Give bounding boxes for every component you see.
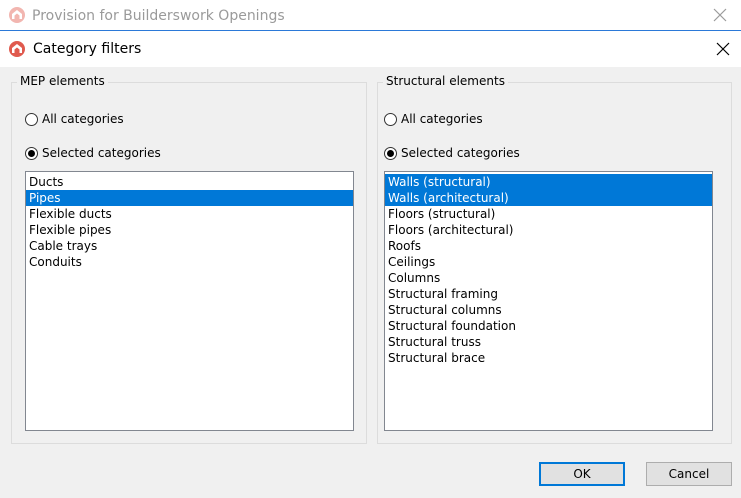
background-window-titlebar: Provision for Builderswork Openings	[0, 0, 741, 31]
list-item[interactable]: Conduits	[26, 254, 353, 270]
ok-button[interactable]: OK	[539, 462, 625, 486]
mep-radio-all-button[interactable]	[25, 112, 38, 126]
list-item[interactable]: Floors (structural)	[385, 206, 712, 222]
list-item[interactable]: Cable trays	[26, 238, 353, 254]
structural-radio-selected-button[interactable]	[384, 146, 397, 160]
list-item[interactable]: Flexible ducts	[26, 206, 353, 222]
list-item[interactable]: Structural truss	[385, 334, 712, 350]
structural-radio-all-label: All categories	[401, 112, 483, 126]
list-item[interactable]: Structural framing	[385, 286, 712, 302]
list-item[interactable]: Pipes	[26, 190, 353, 206]
list-item[interactable]: Columns	[385, 270, 712, 286]
list-item[interactable]: Structural columns	[385, 302, 712, 318]
list-item[interactable]: Floors (architectural)	[385, 222, 712, 238]
background-close-icon[interactable]	[711, 6, 729, 24]
dialog-title: Category filters	[33, 41, 142, 57]
mep-radio-all-label: All categories	[42, 112, 124, 126]
background-window-title: Provision for Builderswork Openings	[32, 8, 285, 24]
mep-radio-selected-button[interactable]	[25, 146, 38, 160]
list-item[interactable]: Walls (structural)	[385, 174, 712, 190]
mep-radio-selected[interactable]: Selected categories	[25, 144, 161, 162]
app-logo-icon	[9, 41, 25, 57]
structural-group-title: Structural elements	[383, 74, 508, 88]
cancel-button[interactable]: Cancel	[646, 462, 732, 486]
structural-radio-selected[interactable]: Selected categories	[384, 144, 520, 162]
list-item[interactable]: Ducts	[26, 174, 353, 190]
mep-group-title: MEP elements	[17, 74, 108, 88]
dialog-titlebar: Category filters	[0, 31, 741, 67]
close-icon[interactable]	[714, 40, 732, 58]
mep-category-list[interactable]: Ducts Pipes Flexible ducts Flexible pipes Ca…	[25, 171, 354, 431]
structural-radio-selected-label: Selected categories	[401, 146, 520, 160]
list-item[interactable]: Flexible pipes	[26, 222, 353, 238]
structural-radio-all[interactable]: All categories	[384, 110, 483, 128]
structural-category-list[interactable]: Walls (structural) Walls (architectural) F…	[384, 171, 713, 431]
list-item[interactable]: Roofs	[385, 238, 712, 254]
mep-radio-all[interactable]: All categories	[25, 110, 124, 128]
mep-radio-selected-label: Selected categories	[42, 146, 161, 160]
list-item[interactable]: Structural brace	[385, 350, 712, 366]
app-logo-icon	[9, 7, 25, 23]
structural-radio-all-button[interactable]	[384, 112, 397, 126]
list-item[interactable]: Structural foundation	[385, 318, 712, 334]
list-item[interactable]: Walls (architectural)	[385, 190, 712, 206]
list-item[interactable]: Ceilings	[385, 254, 712, 270]
